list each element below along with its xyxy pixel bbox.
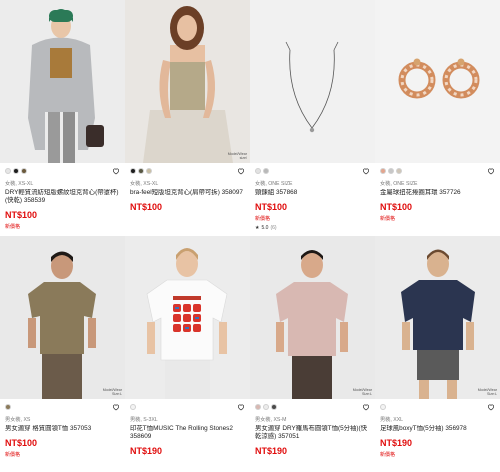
color-swatches[interactable]	[380, 168, 402, 174]
color-swatch[interactable]	[255, 404, 261, 410]
product-photo	[0, 0, 125, 163]
heart-icon[interactable]	[237, 403, 245, 411]
product-card[interactable]: Model/Wear size/ 女裝, XS-XL bra-feel短版坦克背…	[125, 0, 250, 236]
product-photo	[375, 0, 500, 163]
product-price: NT$190	[380, 438, 413, 448]
product-title[interactable]: 足球風boxyT恤(5分袖) 356978	[380, 425, 495, 433]
color-swatch[interactable]	[255, 168, 261, 174]
color-swatches[interactable]	[255, 168, 269, 174]
product-title[interactable]: 男女適穿 格質圓領T恤 357053	[5, 425, 120, 433]
heart-icon[interactable]	[487, 167, 495, 175]
color-swatch[interactable]	[271, 404, 277, 410]
color-swatches[interactable]	[130, 168, 152, 174]
color-swatch[interactable]	[13, 168, 19, 174]
product-meta: 女裝, ONE SIZE	[380, 181, 418, 187]
color-swatch[interactable]	[130, 404, 136, 410]
product-meta: 男裝, XXL	[380, 417, 404, 423]
new-price-flag: 新價格	[380, 452, 396, 458]
model-info: Model/Wear Size:L	[477, 387, 497, 396]
product-photo	[250, 236, 375, 399]
product-card[interactable]: 女裝, ONE SIZE 頸鍊組 357868 NT$100 新價格 ★ 5.0…	[250, 0, 375, 236]
product-grid: 女裝, XS-XL DRY輕質流紡短版螺紋坦克背心(帶罩杯)(快乾) 35853…	[0, 0, 500, 472]
product-title[interactable]: 男女適穿 DRY羅馬布圓領T恤(5分袖)(快乾涼感) 357051	[255, 425, 370, 441]
color-swatch[interactable]	[5, 168, 11, 174]
product-image[interactable]	[375, 0, 500, 163]
color-swatches[interactable]	[5, 168, 27, 174]
color-swatch[interactable]	[130, 168, 136, 174]
product-card[interactable]: Model/Wear Size:L 男裝, XXL 足球風boxyT恤(5分袖)…	[375, 236, 500, 472]
product-meta: 女裝, ONE SIZE	[255, 181, 293, 187]
product-image[interactable]: Model/Wear size/	[125, 0, 250, 163]
color-swatch[interactable]	[396, 168, 402, 174]
product-image[interactable]	[125, 236, 250, 399]
heart-icon[interactable]	[112, 403, 120, 411]
product-meta: 男女裝, XS-M	[255, 417, 287, 423]
product-card[interactable]: 男裝, S-3XL 印花T恤MUSIC The Rolling Stones2 …	[125, 236, 250, 472]
rating: ★ 5.0 (6)	[255, 225, 370, 231]
color-swatches[interactable]	[130, 404, 136, 410]
product-card[interactable]: Model/Wear Size:L 男女裝, XS 男女適穿 格質圓領T恤 35…	[0, 236, 125, 472]
color-swatches[interactable]	[5, 404, 11, 410]
product-price: NT$100	[5, 438, 38, 448]
product-price: NT$190	[130, 446, 163, 456]
color-swatch[interactable]	[263, 404, 269, 410]
color-swatch[interactable]	[146, 168, 152, 174]
heart-icon[interactable]	[112, 167, 120, 175]
product-price: NT$100	[255, 202, 288, 212]
product-meta: 女裝, XS-XL	[130, 181, 159, 187]
product-meta: 男女裝, XS	[5, 417, 31, 423]
product-image[interactable]	[250, 0, 375, 163]
product-title[interactable]: 印花T恤MUSIC The Rolling Stones2 358609	[130, 425, 245, 441]
product-image[interactable]: Model/Wear Size:L	[375, 236, 500, 399]
product-photo	[250, 0, 375, 163]
color-swatches[interactable]	[255, 404, 277, 410]
product-price: NT$100	[130, 202, 163, 212]
product-image[interactable]: Model/Wear Size:L	[250, 236, 375, 399]
new-price-flag: 新價格	[5, 452, 21, 458]
rating-value: 5.0	[261, 225, 269, 231]
product-title[interactable]: bra-feel短版坦克背心(肩帶可拆) 358097	[130, 189, 245, 197]
model-info: Model/Wear size/	[227, 151, 247, 160]
product-photo	[375, 236, 500, 399]
heart-icon[interactable]	[487, 403, 495, 411]
new-price-flag: 新價格	[255, 216, 271, 222]
product-title[interactable]: DRY輕質流紡短版螺紋坦克背心(帶罩杯)(快乾) 358539	[5, 189, 120, 205]
rating-count: (6)	[270, 225, 277, 231]
product-photo	[125, 0, 250, 163]
color-swatches[interactable]	[380, 404, 386, 410]
product-price: NT$100	[5, 210, 38, 220]
color-swatch[interactable]	[388, 168, 394, 174]
product-meta: 男裝, S-3XL	[130, 417, 158, 423]
product-price: NT$190	[255, 446, 288, 456]
product-photo	[125, 236, 250, 399]
product-card[interactable]: 女裝, ONE SIZE 金屬球扭花捲圈耳環 357726 NT$100 新價格	[375, 0, 500, 236]
color-swatch[interactable]	[138, 168, 144, 174]
star-icon: ★	[255, 225, 260, 231]
heart-icon[interactable]	[362, 403, 370, 411]
heart-icon[interactable]	[362, 167, 370, 175]
product-meta: 女裝, XS-XL	[5, 181, 34, 187]
product-image[interactable]: Model/Wear Size:L	[0, 236, 125, 399]
new-price-flag: 新價格	[5, 224, 21, 230]
product-photo	[0, 236, 125, 399]
model-info: Model/Wear Size:L	[352, 387, 372, 396]
product-title[interactable]: 金屬球扭花捲圈耳環 357726	[380, 189, 495, 197]
color-swatch[interactable]	[380, 168, 386, 174]
product-image[interactable]	[0, 0, 125, 163]
color-swatch[interactable]	[21, 168, 27, 174]
heart-icon[interactable]	[237, 167, 245, 175]
color-swatch[interactable]	[263, 168, 269, 174]
color-swatch[interactable]	[380, 404, 386, 410]
product-title[interactable]: 頸鍊組 357868	[255, 189, 370, 197]
product-card[interactable]: Model/Wear Size:L 男女裝, XS-M 男女適穿 DRY羅馬布圓…	[250, 236, 375, 472]
new-price-flag: 新價格	[380, 216, 396, 222]
color-swatch[interactable]	[5, 404, 11, 410]
model-info: Model/Wear Size:L	[102, 387, 122, 396]
product-price: NT$100	[380, 202, 413, 212]
product-card[interactable]: 女裝, XS-XL DRY輕質流紡短版螺紋坦克背心(帶罩杯)(快乾) 35853…	[0, 0, 125, 236]
